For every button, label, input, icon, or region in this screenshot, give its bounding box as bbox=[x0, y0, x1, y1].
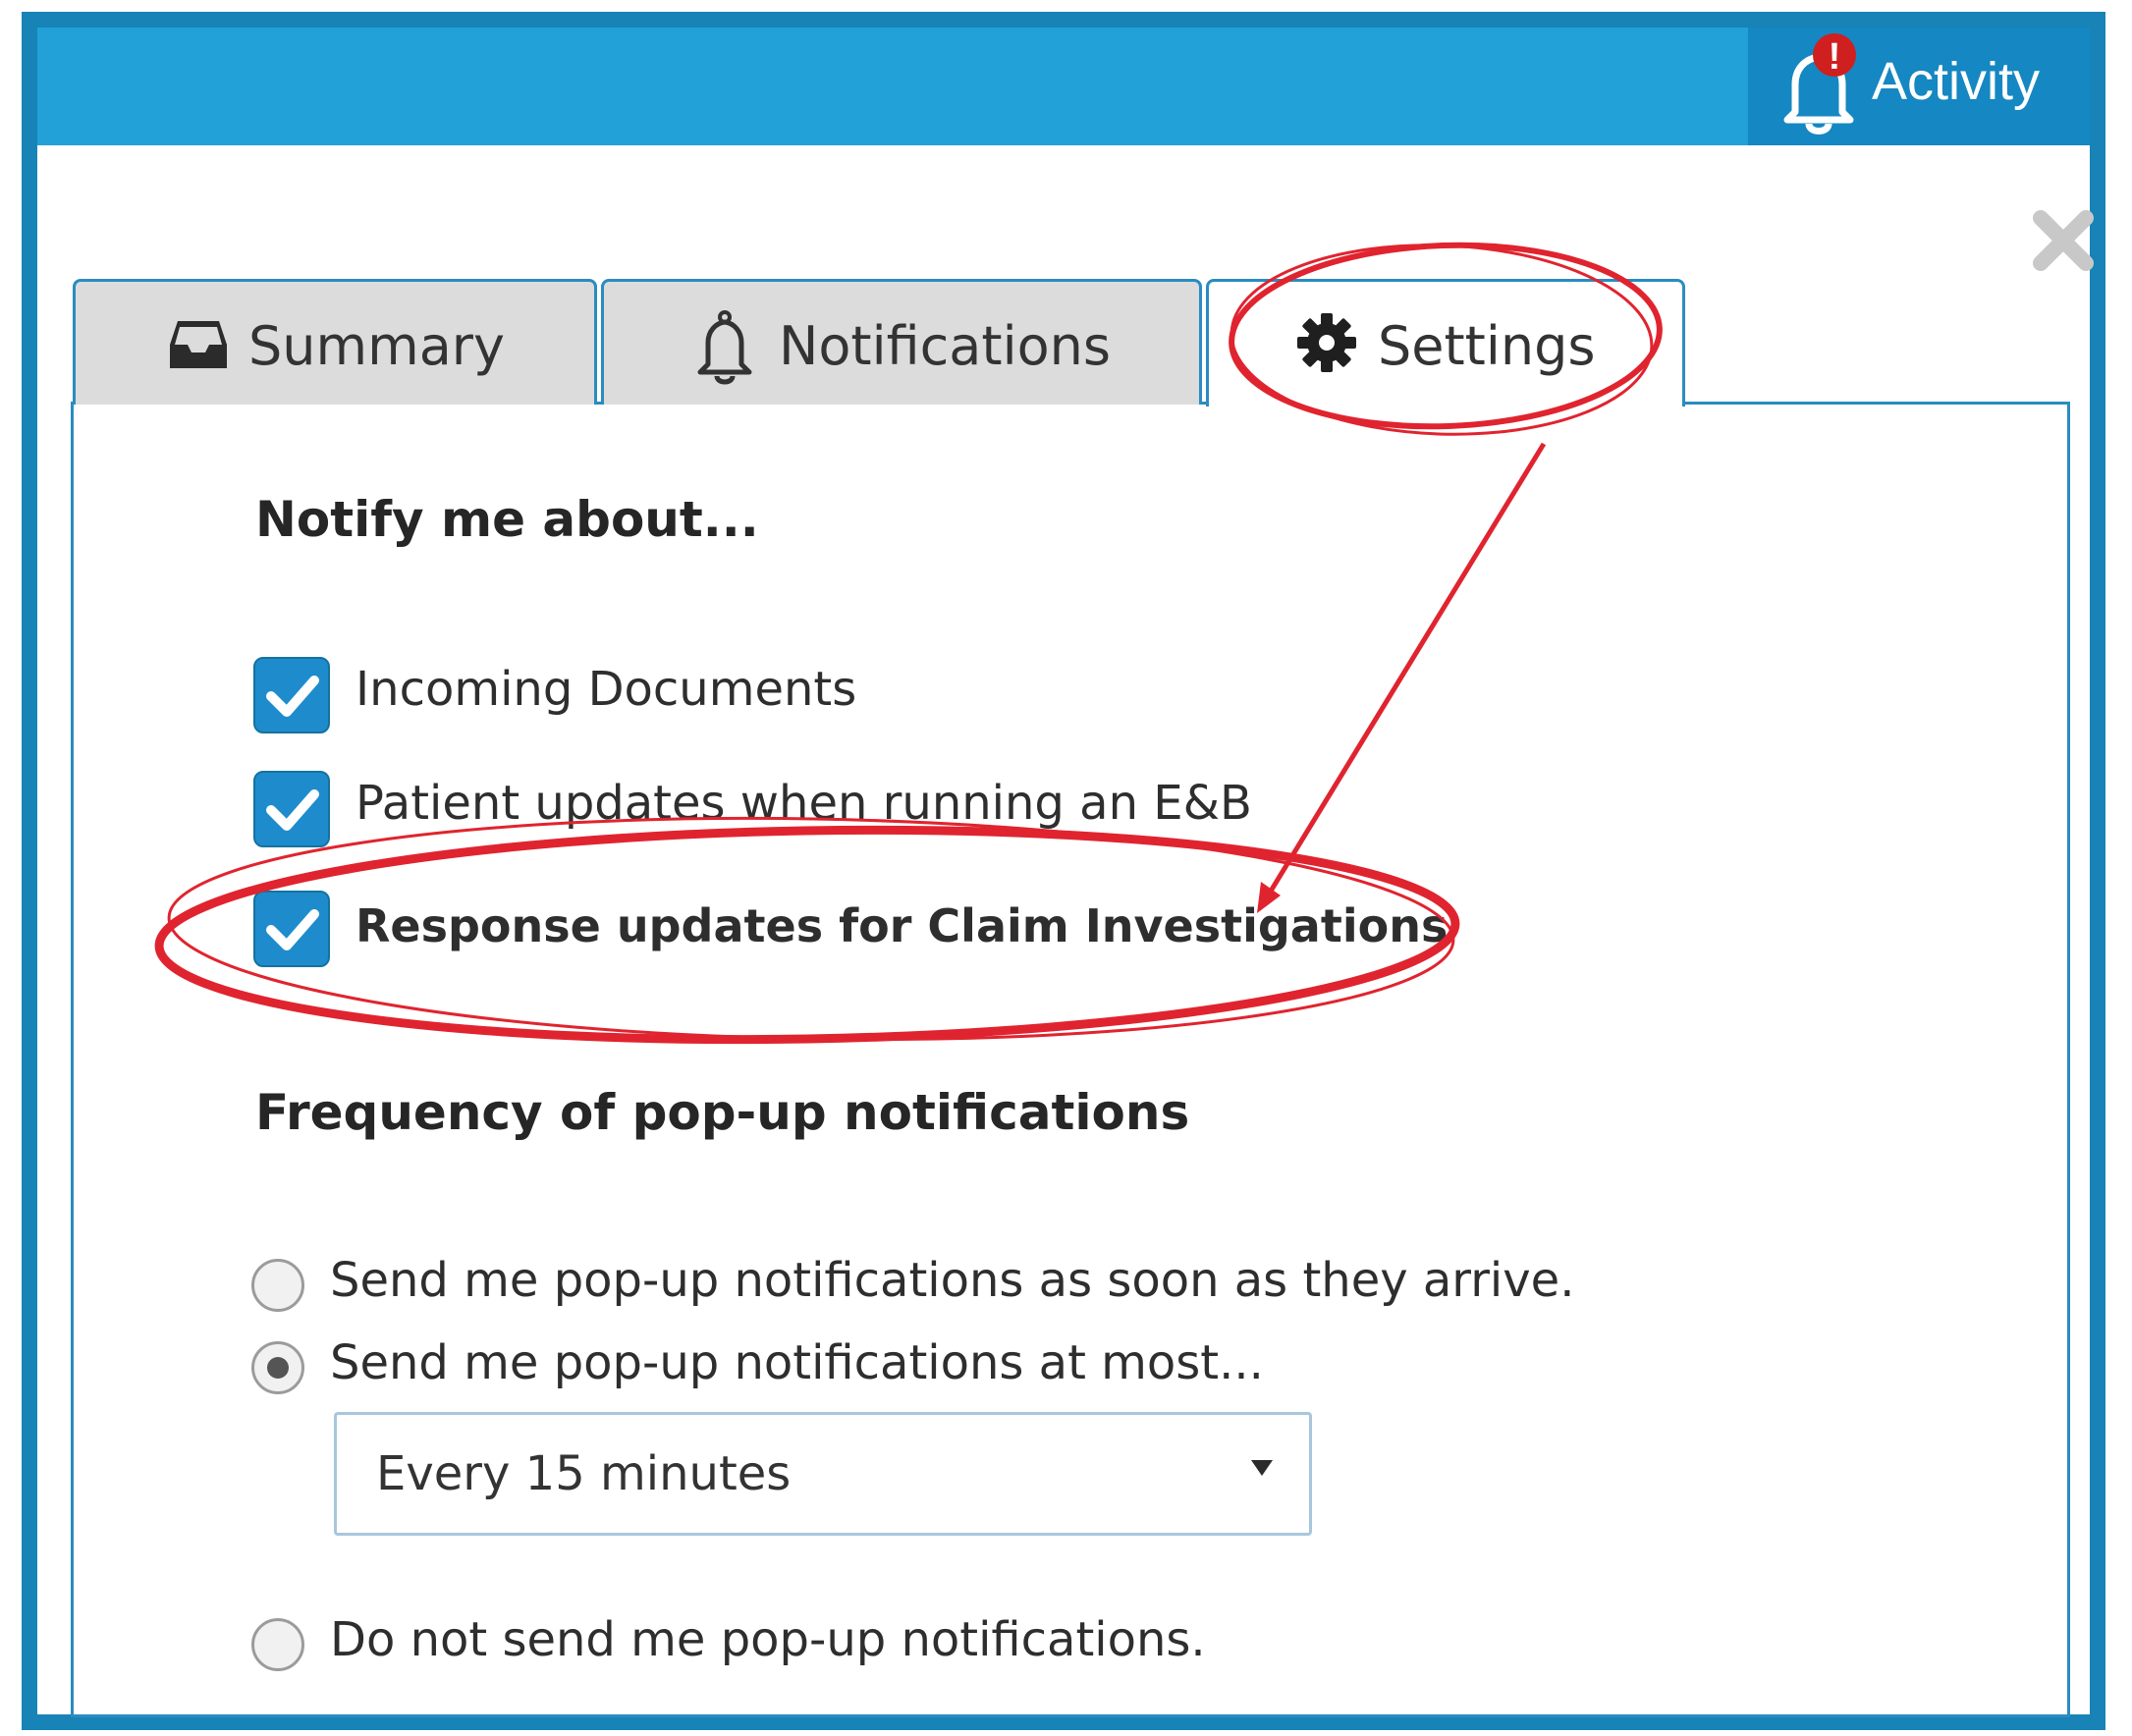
alert-bell-icon: ! bbox=[1783, 33, 1856, 135]
close-button[interactable] bbox=[2031, 208, 2096, 273]
tab-notifications-label: Notifications bbox=[779, 315, 1111, 377]
radio-label: Do not send me pop-up notifications. bbox=[330, 1612, 1206, 1667]
dropdown-arrow-icon bbox=[1251, 1460, 1273, 1476]
option-label: Response updates for Claim Investigation… bbox=[355, 899, 1449, 952]
radio-label: Send me pop-up notifications at most... bbox=[330, 1335, 1264, 1390]
option-label: Patient updates when running an E&B bbox=[355, 776, 1252, 831]
radio-button[interactable] bbox=[251, 1618, 304, 1671]
checkbox-patient-updates[interactable] bbox=[253, 771, 330, 847]
check-icon bbox=[266, 789, 319, 831]
checkbox-incoming-documents[interactable] bbox=[253, 657, 330, 733]
radio-button[interactable] bbox=[251, 1259, 304, 1312]
bell-icon bbox=[697, 310, 752, 385]
activity-label: Activity bbox=[1872, 52, 2041, 111]
checkbox-claim-investigations[interactable] bbox=[253, 891, 330, 967]
tab-summary-label: Summary bbox=[248, 315, 505, 377]
radio-button-selected[interactable] bbox=[251, 1341, 304, 1394]
inbox-icon bbox=[170, 321, 227, 368]
interval-select-value: Every 15 minutes bbox=[376, 1446, 792, 1501]
option-label: Incoming Documents bbox=[355, 662, 857, 717]
check-icon bbox=[266, 676, 319, 717]
notify-heading: Notify me about... bbox=[255, 491, 759, 548]
frequency-heading: Frequency of pop-up notifications bbox=[255, 1084, 1190, 1141]
tab-notifications[interactable]: Notifications bbox=[601, 279, 1202, 405]
activity-button[interactable]: ! Activity bbox=[1748, 27, 2090, 145]
tab-summary[interactable]: Summary bbox=[73, 279, 597, 405]
radio-dot bbox=[267, 1357, 289, 1379]
check-icon bbox=[266, 909, 319, 950]
alert-badge: ! bbox=[1829, 36, 1841, 78]
tab-settings[interactable]: Settings bbox=[1206, 279, 1685, 407]
radio-label: Send me pop-up notifications as soon as … bbox=[330, 1253, 1575, 1308]
interval-select[interactable]: Every 15 minutes bbox=[334, 1412, 1312, 1536]
tab-settings-label: Settings bbox=[1378, 315, 1596, 377]
close-icon bbox=[2033, 210, 2094, 271]
gear-icon bbox=[1297, 313, 1356, 372]
